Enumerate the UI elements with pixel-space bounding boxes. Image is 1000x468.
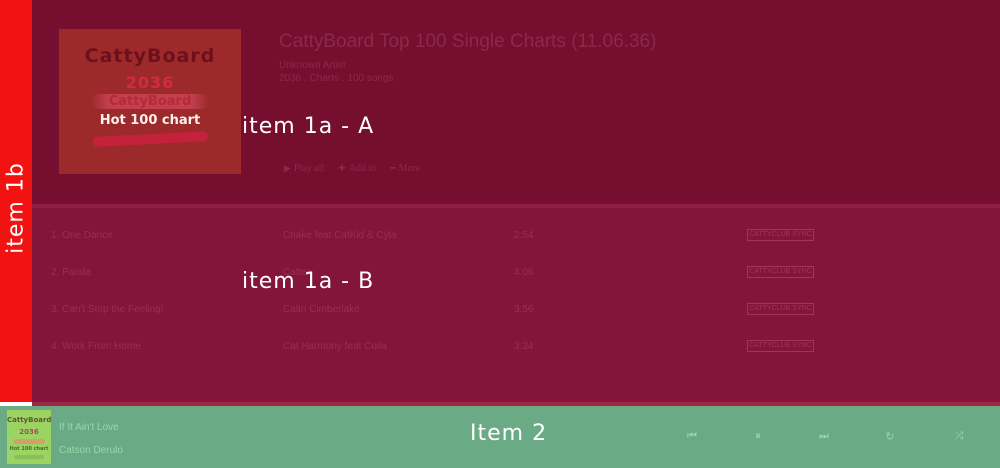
previous-button[interactable]: ⏮ <box>684 428 700 444</box>
mini-cover-year: 2036 <box>19 428 39 436</box>
tracklist-overlay-label: item 1a - B <box>242 269 375 294</box>
track-badge: CATTYCLUB SYNC <box>747 229 814 241</box>
track-duration: 3:56 <box>514 304 534 315</box>
now-playing-artist[interactable]: Catson Derulo <box>59 445 123 456</box>
track-badge: CATTYCLUB SYNC <box>747 340 814 352</box>
cover-text-year: 2036 <box>125 73 175 92</box>
track-title: 1. One Dance <box>51 230 113 241</box>
mini-cover-chart: Hot 100 chart <box>9 446 49 452</box>
cover-text-brand-2: CattyBoard <box>91 94 209 109</box>
track-duration: 4:06 <box>514 267 534 278</box>
track-artist[interactable]: Cat Harmony feat Coila <box>283 341 387 352</box>
plus-icon: ✚ <box>338 163 346 173</box>
play-icon: ▶ <box>284 163 291 173</box>
play-all-button[interactable]: ▶ Play all <box>284 163 324 174</box>
track-artist[interactable]: Catin Cimberlake <box>283 304 360 315</box>
album-title: CattyBoard Top 100 Single Charts (11.06.… <box>279 31 657 52</box>
mini-cover-stroke <box>13 439 45 444</box>
sidebar-overlay-label: item 1b <box>3 162 29 254</box>
now-playing-title[interactable]: If It Ain't Love <box>59 422 119 433</box>
track-artist[interactable]: Cnake feat CatKid & Cyla <box>283 230 396 241</box>
more-button[interactable]: ━ More <box>390 163 420 174</box>
repeat-button[interactable]: ↻ <box>882 428 898 444</box>
track-title: 3. Can't Stop the Feeling! <box>51 304 164 315</box>
album-artist[interactable]: Unknown Artist <box>279 60 346 71</box>
album-cover[interactable]: CattyBoard 2036 CattyBoard Hot 100 chart <box>59 29 241 174</box>
track-row[interactable]: 1. One Dance Cnake feat CatKid & Cyla 2:… <box>32 226 1000 246</box>
track-title: 4. Work From Home <box>51 341 141 352</box>
track-badge: CATTYCLUB SYNC <box>747 266 814 278</box>
cover-text-chart: Hot 100 chart <box>99 113 201 128</box>
player-overlay-label: Item 2 <box>470 421 548 446</box>
track-badge: CATTYCLUB SYNC <box>747 303 814 315</box>
sidebar: item 1b <box>0 0 32 402</box>
pause-icon: ⏸ <box>755 429 761 442</box>
track-duration: 3:34 <box>514 341 534 352</box>
more-icon: ━ <box>390 163 396 173</box>
album-actions: ▶ Play all ✚ Add to ━ More <box>284 163 420 174</box>
add-to-label: Add to <box>348 163 377 174</box>
add-to-button[interactable]: ✚ Add to <box>338 163 376 174</box>
next-button[interactable]: ⏭ <box>816 428 832 444</box>
shuffle-button[interactable]: ⤨ <box>951 428 967 444</box>
skip-back-icon: ⏮ <box>687 429 697 442</box>
mini-cover-brand: CattyBoard <box>7 416 51 424</box>
album-meta: 2036 . Charts . 100 songs <box>279 73 394 84</box>
track-duration: 2:54 <box>514 230 534 241</box>
player-bar: CattyBoard 2036 Hot 100 chart If It Ain'… <box>0 406 1000 468</box>
track-row[interactable]: 4. Work From Home Cat Harmony feat Coila… <box>32 337 1000 357</box>
shuffle-icon: ⤨ <box>954 429 964 442</box>
track-row[interactable]: 3. Can't Stop the Feeling! Catin Cimberl… <box>32 300 1000 320</box>
album-header: CattyBoard 2036 CattyBoard Hot 100 chart… <box>32 0 1000 204</box>
cover-text-brand: CattyBoard <box>84 45 216 67</box>
track-list: 1. One Dance Cnake feat CatKid & Cyla 2:… <box>32 208 1000 402</box>
skip-forward-icon: ⏭ <box>819 429 829 442</box>
track-title: 2. Panda <box>51 267 92 278</box>
track-row[interactable]: 2. Panda Catter 4:06 CATTYCLUB SYNC <box>32 263 1000 283</box>
play-all-label: Play all <box>293 163 325 174</box>
more-label: More <box>398 163 421 174</box>
header-overlay-label: item 1a - A <box>242 114 375 139</box>
pause-button[interactable]: ⏸ <box>750 428 766 444</box>
now-playing-cover[interactable]: CattyBoard 2036 Hot 100 chart <box>7 410 51 464</box>
mini-cover-stroke-2 <box>14 455 44 459</box>
repeat-icon: ↻ <box>885 430 895 443</box>
cover-brush-stroke <box>92 130 208 148</box>
